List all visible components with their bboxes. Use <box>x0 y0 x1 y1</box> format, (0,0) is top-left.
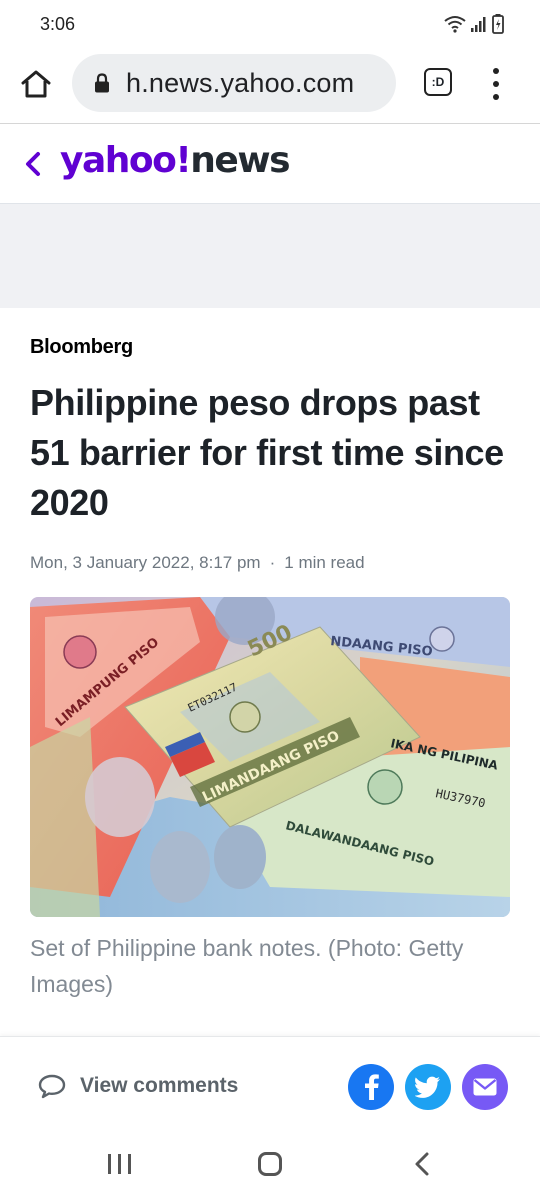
article-meta: Mon, 3 January 2022, 8:17 pm · 1 min read <box>30 553 365 573</box>
recent-apps-button[interactable] <box>108 1154 131 1174</box>
battery-icon <box>492 14 504 34</box>
ad-placeholder <box>0 204 540 308</box>
meta-separator: · <box>269 553 276 572</box>
signal-icon <box>471 17 486 32</box>
tabs-button[interactable]: :D <box>424 68 452 96</box>
logo-yahoo: yahoo! <box>60 140 192 181</box>
more-menu-button[interactable] <box>484 64 508 104</box>
comment-icon <box>38 1074 66 1099</box>
article-date: Mon, 3 January 2022, 8:17 pm <box>30 553 261 572</box>
logo-news: news <box>190 140 290 181</box>
read-time: 1 min read <box>284 553 365 572</box>
more-vert-icon <box>493 68 499 74</box>
status-time: 3:06 <box>40 14 76 34</box>
home-nav-button[interactable] <box>258 1152 282 1176</box>
chevron-left-icon[interactable] <box>18 146 48 182</box>
yahoo-news-logo[interactable]: yahoo!news <box>60 140 291 181</box>
photo-caption: Set of Philippine bank notes. (Photo: Ge… <box>30 935 464 997</box>
article-headline: Philippine peso drops past 51 barrier fo… <box>30 382 504 523</box>
status-icons <box>444 14 504 34</box>
banknotes-image: LIMAMPUNG PISO 500 LIMANDAANG PISO NDAAN… <box>30 597 510 917</box>
twitter-icon <box>415 1076 440 1098</box>
share-twitter-button[interactable] <box>405 1064 451 1110</box>
home-icon <box>21 70 51 98</box>
url-text: h.news.yahoo.com <box>126 68 355 98</box>
facebook-icon <box>365 1074 379 1100</box>
back-nav-icon[interactable] <box>412 1150 432 1178</box>
share-facebook-button[interactable] <box>348 1064 394 1110</box>
address-bar[interactable]: h.news.yahoo.com <box>72 54 396 112</box>
lock-icon <box>95 73 109 93</box>
share-email-button[interactable] <box>462 1064 508 1110</box>
article-source[interactable]: Bloomberg <box>30 336 133 359</box>
view-comments-button[interactable]: View comments <box>38 1073 238 1099</box>
view-comments-label: View comments <box>80 1074 239 1097</box>
article-photo[interactable]: LIMAMPUNG PISO 500 LIMANDAANG PISO NDAAN… <box>30 597 510 917</box>
home-button[interactable] <box>16 64 56 104</box>
system-nav-bar <box>0 1130 540 1200</box>
site-header: yahoo!news <box>0 124 540 204</box>
browser-toolbar: h.news.yahoo.com :D <box>0 50 540 124</box>
mail-icon <box>473 1078 497 1096</box>
status-bar: 3:06 <box>0 0 540 50</box>
wifi-icon <box>444 16 466 33</box>
share-bar: View comments <box>0 1036 540 1130</box>
tabs-icon: :D <box>431 75 445 89</box>
